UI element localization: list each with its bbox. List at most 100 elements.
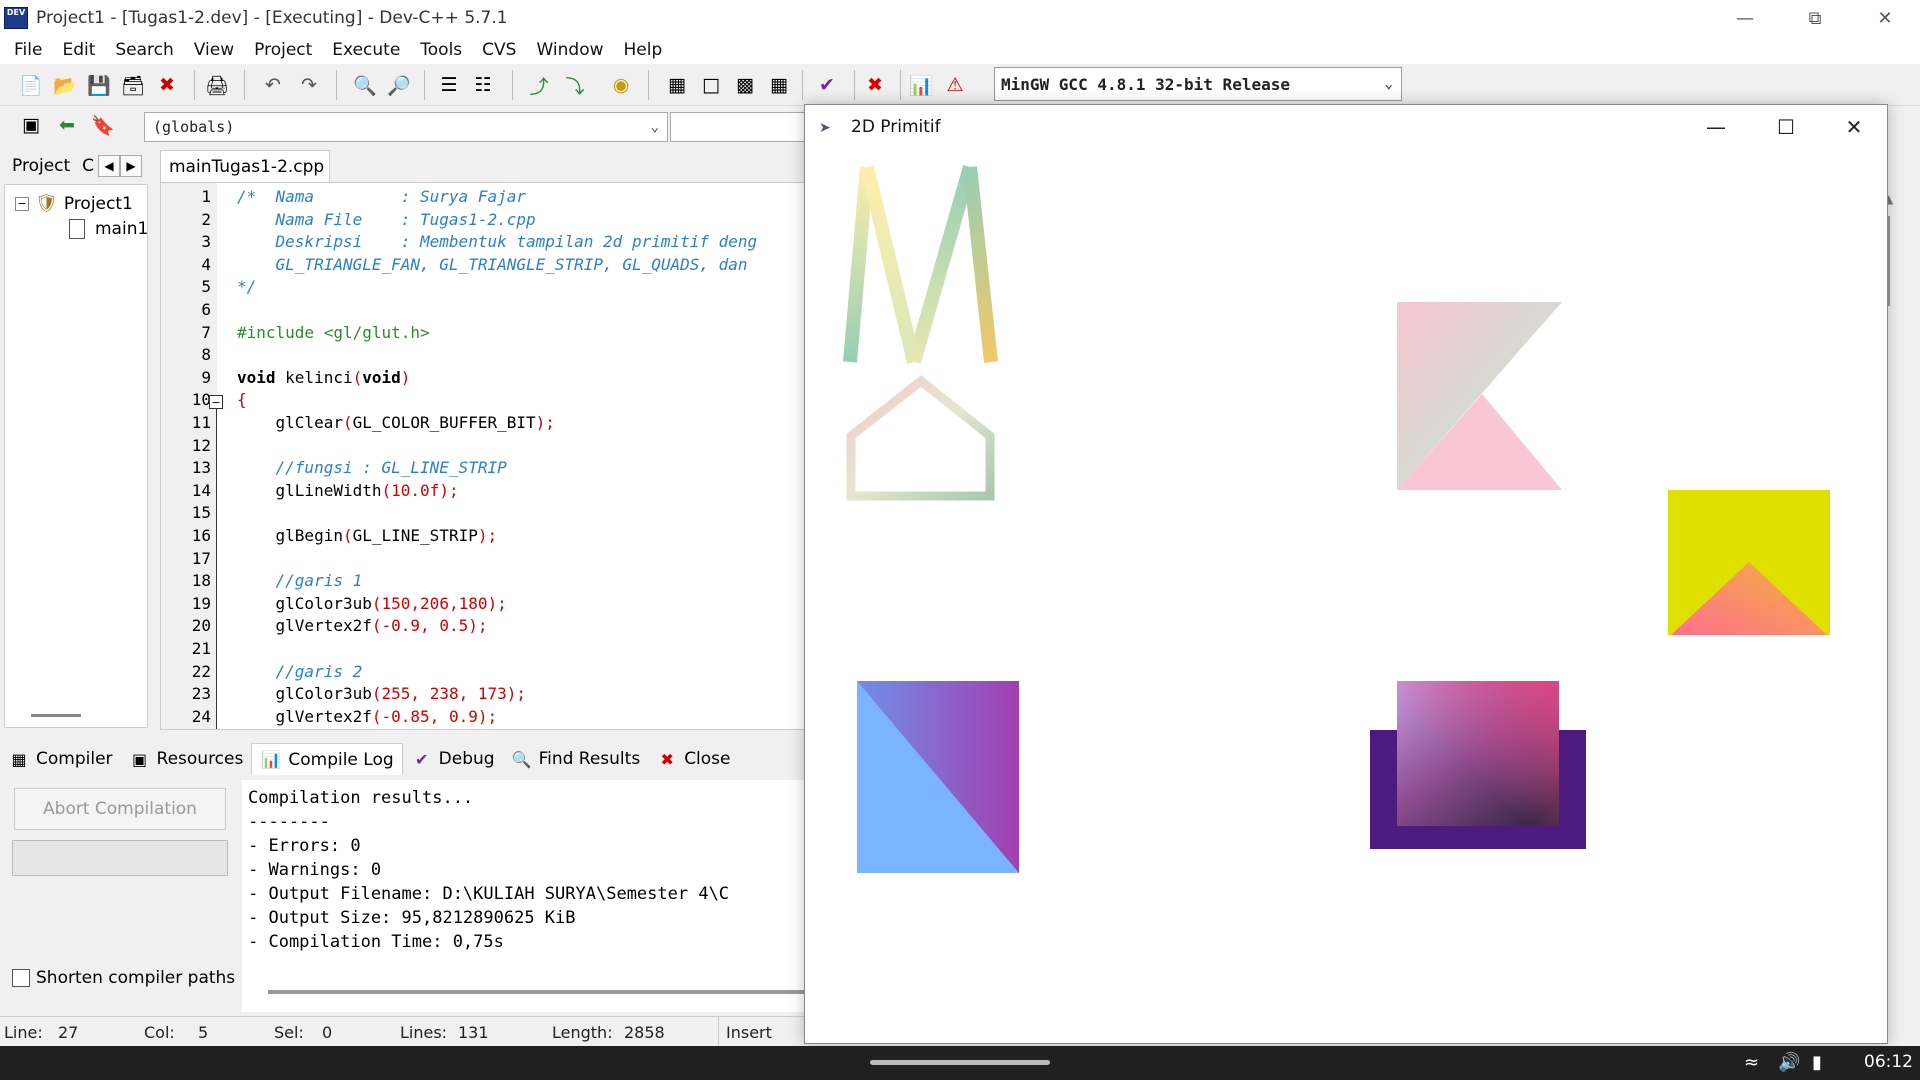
replace-icon[interactable]: 🔎 — [384, 70, 414, 100]
horizontal-scrollbar[interactable] — [31, 714, 81, 717]
close-button[interactable]: ✕ — [1850, 0, 1920, 36]
glut-close-button[interactable]: ✕ — [1819, 105, 1889, 149]
open-file-icon[interactable]: 📂 — [50, 70, 80, 100]
menu-edit[interactable]: Edit — [52, 40, 105, 60]
toolbar-divider — [336, 70, 337, 100]
tab-compiler-label: Compiler — [36, 749, 113, 769]
insert-icon[interactable]: ⬅ — [52, 110, 82, 140]
compiler-select[interactable]: MinGW GCC 4.8.1 32-bit Release ⌄ — [994, 67, 1402, 101]
shorten-paths-checkbox[interactable]: Shorten compiler paths — [12, 968, 235, 988]
menu-view[interactable]: View — [184, 40, 244, 60]
project-panel-tabs: Project C ◀ ▶ — [0, 152, 152, 180]
restore-button[interactable]: ⧉ — [1780, 0, 1850, 36]
status-lines: 131 — [458, 1023, 489, 1042]
abort-compilation-button[interactable]: Abort Compilation — [14, 788, 226, 830]
taskbar-handle[interactable] — [870, 1060, 1050, 1065]
find-icon[interactable]: 🔍 — [350, 70, 380, 100]
tab-scroll-left-icon[interactable]: ◀ — [98, 155, 121, 177]
menu-file[interactable]: File — [4, 40, 52, 60]
save-icon[interactable]: 💾 — [84, 70, 114, 100]
project-name: Project1 — [63, 193, 133, 214]
menu-execute[interactable]: Execute — [322, 40, 410, 60]
battery-icon[interactable]: ▮ — [1812, 1052, 1822, 1073]
m-stroke-1 — [843, 166, 874, 363]
tab-close[interactable]: ✖ Close — [648, 743, 738, 775]
collapse-icon[interactable]: − — [15, 196, 29, 211]
code-line: #include <gl/glut.h> — [237, 322, 430, 342]
menu-cvs[interactable]: CVS — [472, 40, 526, 60]
status-mode: Insert — [726, 1023, 772, 1042]
tab-project[interactable]: Project — [0, 156, 78, 176]
tab-compile-log[interactable]: 📊 Compile Log — [251, 743, 403, 775]
menu-bar: File Edit Search View Project Execute To… — [0, 36, 1920, 64]
tab-classes[interactable]: C — [78, 156, 98, 176]
glut-maximize-button[interactable]: ☐ — [1751, 105, 1821, 149]
profile-icon[interactable]: 📊 — [906, 70, 936, 100]
tab-scroll-right-icon[interactable]: ▶ — [120, 155, 143, 177]
close-tab-icon: ✖ — [660, 749, 674, 769]
new-file-icon[interactable]: 📄 — [16, 70, 46, 100]
toolbar-divider — [512, 70, 513, 100]
bookmark-icon[interactable]: 🔖 — [88, 110, 118, 140]
menu-help[interactable]: Help — [614, 40, 673, 60]
shape-k-triangles — [1397, 302, 1562, 490]
tab-compiler[interactable]: ▦ Compiler — [0, 743, 121, 775]
indent-icon[interactable]: ☰ — [434, 70, 464, 100]
clock[interactable]: 06:12 — [1864, 1052, 1913, 1072]
tab-debug[interactable]: ✔ Debug — [403, 743, 503, 775]
undo-icon[interactable]: ↶ — [258, 70, 288, 100]
log-line: - Warnings: 0 — [248, 860, 382, 880]
log-horizontal-scrollbar[interactable] — [268, 990, 808, 994]
glut-minimize-button[interactable]: — — [1681, 105, 1751, 149]
tab-find-results-label: Find Results — [538, 749, 641, 769]
syntax-check-icon[interactable]: ✔ — [812, 70, 842, 100]
project-tree: − 🛡 Project1 main1 — [4, 184, 148, 728]
print-icon[interactable]: 🖨 — [202, 70, 232, 100]
m-stroke-2 — [860, 165, 921, 364]
scope-select[interactable]: (globals) ⌄ — [144, 112, 668, 142]
tab-find-results[interactable]: 🔍 Find Results — [503, 743, 649, 775]
tree-item-file[interactable]: main1 — [69, 219, 148, 239]
save-all-icon[interactable]: 🗃 — [118, 70, 148, 100]
tab-resources[interactable]: ▣ Resources — [121, 743, 252, 775]
line-number: 16 — [191, 526, 211, 545]
goto-icon[interactable]: ◉ — [606, 70, 636, 100]
delete-profile-icon[interactable]: ⚠ — [940, 70, 970, 100]
toolbar-divider — [424, 70, 425, 100]
line-number: 2 — [201, 209, 211, 229]
menu-tools[interactable]: Tools — [410, 40, 472, 60]
line-number: 14 — [191, 480, 211, 500]
tab-compile-log-label: Compile Log — [288, 749, 394, 770]
status-sel: 0 — [322, 1023, 333, 1042]
status-lines-label: Lines: — [400, 1023, 448, 1042]
checkbox-icon[interactable] — [12, 969, 30, 987]
remove-from-project-icon[interactable]: ⤵ — [560, 70, 590, 100]
menu-search[interactable]: Search — [105, 40, 183, 60]
line-number: 9 — [201, 367, 211, 387]
new-class-icon[interactable]: ▣ — [16, 110, 46, 140]
menu-project[interactable]: Project — [244, 40, 322, 60]
tree-item-project[interactable]: − 🛡 Project1 — [15, 193, 133, 214]
add-to-project-icon[interactable]: ⤴ — [524, 70, 554, 100]
function-select[interactable] — [670, 112, 810, 142]
unindent-icon[interactable]: ☷ — [468, 70, 498, 100]
run-icon[interactable]: □ — [696, 70, 726, 100]
wifi-icon[interactable]: ≈ — [1744, 1052, 1759, 1073]
volume-icon[interactable]: 🔊 — [1778, 1052, 1800, 1073]
code-editor[interactable]: 1 2 3 4 5 6 7 8 9 10 11 12 13 14 15 16 17 18 19 20 21 22 23 24 … — [160, 182, 810, 730]
stop-execution-icon[interactable]: ✖ — [860, 70, 890, 100]
glut-window: ➤ 2D Primitif — ☐ ✕ — [804, 104, 1888, 1044]
fold-icon[interactable]: − — [209, 395, 223, 409]
redo-icon[interactable]: ↷ — [294, 70, 324, 100]
compile-run-icon[interactable]: ▩ — [730, 70, 760, 100]
editor-tab[interactable]: mainTugas1-2.cpp — [160, 150, 330, 182]
minimize-button[interactable]: — — [1710, 0, 1780, 36]
log-line: Compilation results... — [248, 788, 474, 808]
rebuild-icon[interactable]: ▦ — [764, 70, 794, 100]
line-number: 3 — [201, 232, 211, 252]
line-number: 22 — [191, 661, 211, 681]
close-file-icon[interactable]: ✖ — [152, 70, 182, 100]
menu-window[interactable]: Window — [526, 40, 613, 60]
compile-icon[interactable]: ▦ — [662, 70, 692, 100]
code-line: glVertex2f(-0.9, 0.5); — [237, 616, 488, 636]
